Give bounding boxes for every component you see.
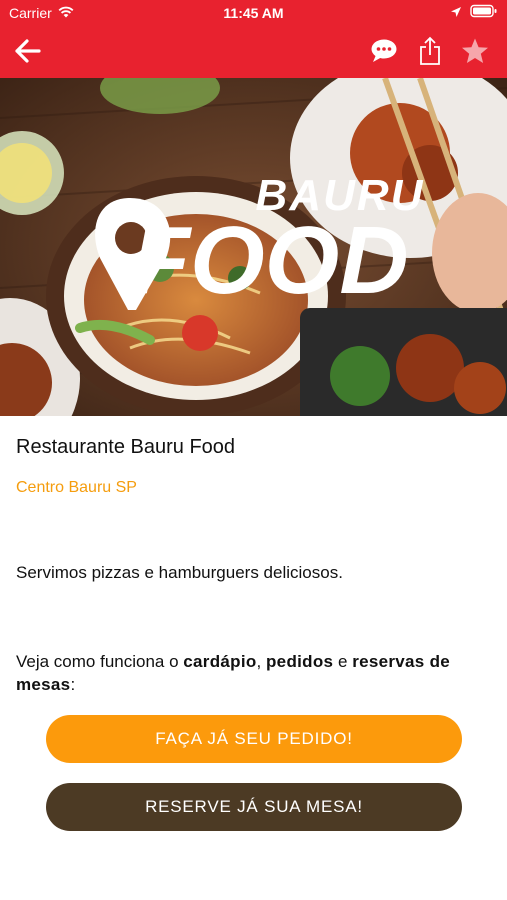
battery-icon: [470, 4, 498, 21]
favorite-button[interactable]: [458, 36, 492, 70]
location-arrow-icon: [450, 5, 462, 21]
howto-sep1: ,: [256, 652, 266, 671]
arrow-left-icon: [13, 38, 41, 69]
howto-orders: pedidos: [266, 652, 334, 671]
restaurant-description: Servimos pizzas e hamburguers deliciosos…: [16, 563, 343, 582]
reserve-button-label: RESERVE JÁ SUA MESA!: [145, 797, 363, 816]
share-icon: [418, 36, 442, 71]
logo-bottom-text: FOOD: [131, 207, 408, 314]
restaurant-name: Restaurante Bauru Food: [16, 436, 236, 458]
back-button[interactable]: [10, 36, 44, 70]
chat-button[interactable]: [367, 36, 401, 70]
chat-bubble-icon: [370, 38, 398, 69]
status-right: [450, 4, 498, 21]
howto-prefix: Veja como funciona o: [16, 652, 184, 671]
share-button[interactable]: [413, 36, 447, 70]
howto-menu: cardápio: [183, 652, 257, 671]
reserve-table-button[interactable]: RESERVE JÁ SUA MESA!: [46, 783, 462, 831]
order-button[interactable]: FAÇA JÁ SEU PEDIDO!: [46, 715, 462, 763]
restaurant-location: Centro Bauru SP: [16, 479, 137, 496]
status-bar: Carrier 11:45 AM: [0, 0, 507, 28]
howto-suffix: :: [70, 675, 76, 694]
howto-sep2: e: [333, 652, 353, 671]
clock: 11:45 AM: [223, 5, 284, 21]
star-icon: [461, 37, 489, 70]
how-it-works-text: Veja como funciona o cardápio, pedidos e…: [16, 650, 491, 696]
navigation-bar: [0, 28, 507, 78]
hero-illustration: BAURU FOOD: [0, 78, 507, 416]
hero-image: BAURU FOOD: [0, 78, 507, 416]
order-button-label: FAÇA JÁ SEU PEDIDO!: [155, 729, 353, 748]
